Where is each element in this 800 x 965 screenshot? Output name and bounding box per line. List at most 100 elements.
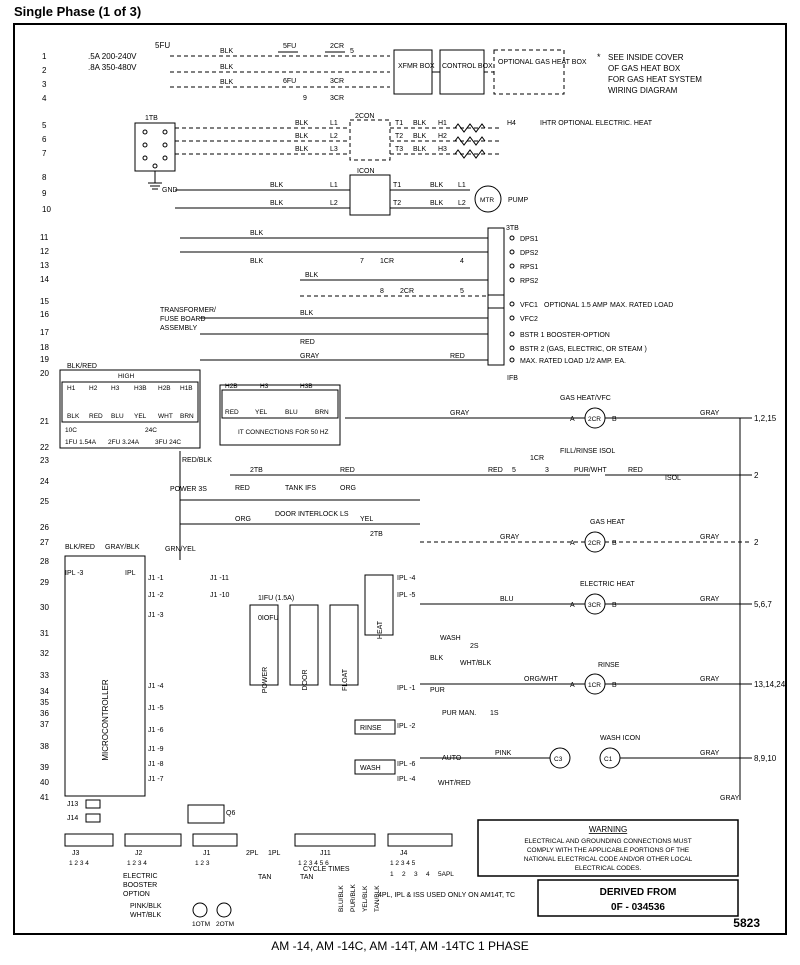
svg-text:WHT: WHT: [158, 413, 173, 420]
svg-text:34: 34: [40, 687, 49, 696]
svg-text:3FU 24C: 3FU 24C: [155, 439, 181, 446]
svg-text:3: 3: [42, 80, 47, 89]
svg-text:MICROCONTROLLER: MICROCONTROLLER: [101, 679, 110, 761]
svg-text:3CR: 3CR: [330, 95, 344, 102]
svg-text:1: 1: [390, 871, 394, 878]
svg-text:29: 29: [40, 578, 49, 587]
svg-text:GRN/YEL: GRN/YEL: [165, 546, 196, 553]
svg-text:6FU: 6FU: [283, 78, 296, 85]
svg-text:2OTM: 2OTM: [216, 921, 234, 928]
svg-text:WASH: WASH: [360, 765, 381, 772]
svg-text:BLU: BLU: [500, 596, 514, 603]
svg-text:ELECTRIC: ELECTRIC: [123, 873, 158, 880]
footer-caption: AM -14, AM -14C, AM -14T, AM -14TC 1 PHA…: [271, 939, 528, 953]
svg-text:2FU 3.24A: 2FU 3.24A: [108, 439, 140, 446]
svg-text:RED/BLK: RED/BLK: [182, 457, 212, 464]
svg-text:H3B: H3B: [134, 385, 147, 392]
svg-text:BLK: BLK: [220, 79, 234, 86]
svg-text:OPTIONAL GAS HEAT BOX: OPTIONAL GAS HEAT BOX: [498, 59, 587, 66]
svg-text:ORG/WHT: ORG/WHT: [524, 676, 559, 683]
svg-text:IPL -4: IPL -4: [397, 575, 416, 582]
warning-box: WARNING ELECTRICAL AND GROUNDING CONNECT…: [478, 820, 738, 876]
svg-text:H1B: H1B: [180, 385, 193, 392]
svg-text:PUR MAN.: PUR MAN.: [442, 710, 476, 717]
vfc-bstr: VFC1 VFC2 OPTIONAL 1.5 AMP MAX. RATED LO…: [200, 295, 673, 382]
svg-text:GRAY: GRAY: [700, 750, 720, 757]
svg-text:B: B: [612, 416, 617, 423]
svg-text:L1: L1: [330, 120, 338, 127]
svg-text:2: 2: [42, 66, 47, 75]
svg-text:GRAY: GRAY: [500, 534, 520, 541]
svg-text:10C: 10C: [65, 427, 77, 434]
svg-text:RPS2: RPS2: [520, 278, 538, 285]
svg-text:BOOSTER: BOOSTER: [123, 882, 157, 889]
svg-text:ELECTRIC HEAT: ELECTRIC HEAT: [580, 581, 635, 588]
svg-text:BLK: BLK: [300, 310, 314, 317]
svg-text:L1: L1: [330, 182, 338, 189]
svg-text:RED: RED: [235, 485, 250, 492]
svg-text:BLK: BLK: [295, 146, 309, 153]
svg-text:*: *: [597, 52, 601, 62]
svg-text:7: 7: [360, 258, 364, 265]
svg-text:C3: C3: [554, 756, 563, 763]
svg-text:BRN: BRN: [315, 409, 329, 416]
svg-text:3CR: 3CR: [330, 78, 344, 85]
svg-text:0IOFU: 0IOFU: [258, 615, 279, 622]
svg-text:GAS HEAT/VFC: GAS HEAT/VFC: [560, 395, 611, 402]
svg-text:WIRING DIAGRAM: WIRING DIAGRAM: [608, 86, 678, 95]
svg-text:24C: 24C: [145, 427, 157, 434]
svg-text:BLK/RED: BLK/RED: [65, 544, 95, 551]
svg-text:HIGH: HIGH: [118, 373, 135, 380]
svg-text:H3B: H3B: [300, 383, 313, 390]
svg-text:J2: J2: [135, 850, 143, 857]
svg-text:4: 4: [426, 871, 430, 878]
svg-text:GRAY: GRAY: [700, 676, 720, 683]
svg-text:VFC2: VFC2: [520, 316, 538, 323]
svg-text:B: B: [612, 682, 617, 689]
svg-text:MAX. RATED LOAD: MAX. RATED LOAD: [610, 302, 673, 309]
svg-text:39: 39: [40, 763, 49, 772]
svg-text:A: A: [570, 540, 575, 547]
icon-motor: ICON BLK BLK L1 L2 T1 T2 BLK BLK L1 L2 M…: [175, 168, 529, 215]
svg-text:H3: H3: [111, 385, 120, 392]
svg-text:BLK: BLK: [430, 655, 444, 662]
svg-text:J1 -5: J1 -5: [148, 705, 164, 712]
row-numbers-left: 1 2 3 4 5 6 7 8 9 10 11 12 13 14 15 16 1…: [40, 52, 51, 802]
svg-text:OPTION: OPTION: [123, 891, 150, 898]
svg-text:J1 -6: J1 -6: [148, 727, 164, 734]
svg-text:J1: J1: [203, 850, 211, 857]
svg-text:IPL -5: IPL -5: [397, 592, 416, 599]
svg-text:37: 37: [40, 720, 49, 729]
svg-text:5,6,7: 5,6,7: [754, 600, 772, 609]
svg-text:5: 5: [350, 48, 354, 55]
svg-text:H2B: H2B: [158, 385, 171, 392]
derived-from: DERIVED FROM 0F - 034536: [538, 880, 738, 916]
svg-text:H3: H3: [438, 146, 447, 153]
svg-text:22: 22: [40, 443, 49, 452]
svg-text:12: 12: [40, 247, 49, 256]
svg-text:J4: J4: [400, 850, 408, 857]
svg-text:15: 15: [40, 297, 49, 306]
svg-text:2CR: 2CR: [588, 416, 601, 423]
svg-text:BLK: BLK: [220, 64, 234, 71]
svg-text:10: 10: [42, 205, 51, 214]
svg-text:1 2 3: 1 2 3: [195, 860, 210, 867]
svg-text:BLU: BLU: [111, 413, 124, 420]
svg-text:BLK: BLK: [270, 200, 284, 207]
svg-text:C1: C1: [604, 756, 613, 763]
svg-text:Q6: Q6: [226, 810, 235, 817]
svg-text:A: A: [570, 602, 575, 609]
svg-text:IHTR OPTIONAL ELECTRIC. HEAT: IHTR OPTIONAL ELECTRIC. HEAT: [540, 120, 653, 127]
svg-text:5FU: 5FU: [283, 43, 296, 50]
svg-text:3CR: 3CR: [588, 602, 601, 609]
svg-text:J1 -7: J1 -7: [148, 776, 164, 783]
svg-text:GRAY: GRAY: [720, 795, 740, 802]
svg-text:RED: RED: [89, 413, 103, 420]
svg-text:SEE INSIDE COVER: SEE INSIDE COVER: [608, 53, 684, 62]
svg-text:ORG: ORG: [235, 516, 251, 523]
svg-text:GRAY: GRAY: [700, 410, 720, 417]
svg-text:RED: RED: [488, 467, 503, 474]
svg-text:18: 18: [40, 343, 49, 352]
svg-text:17: 17: [40, 328, 49, 337]
svg-text:DOOR INTERLOCK LS: DOOR INTERLOCK LS: [275, 511, 349, 518]
